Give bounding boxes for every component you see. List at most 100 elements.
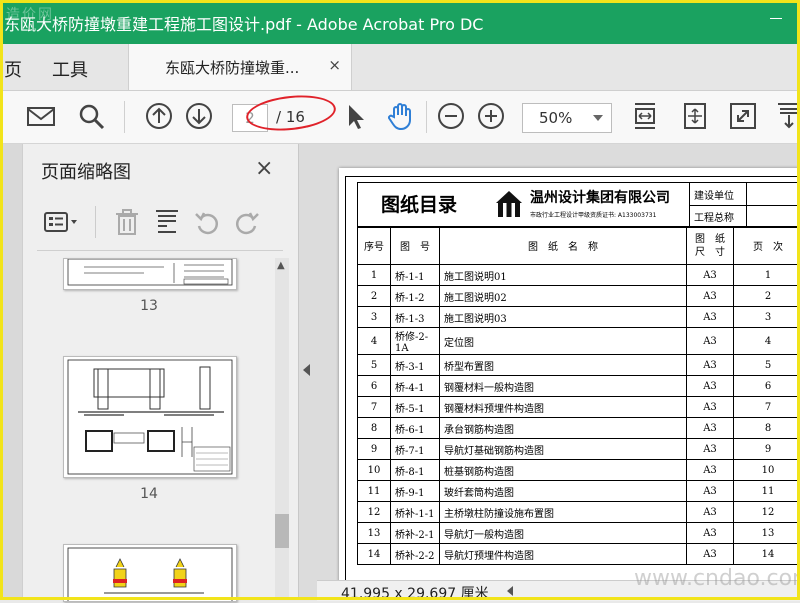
panel-toolbar [37,204,287,244]
table-row: 2桥-1-2施工图说明02A32 [358,286,800,307]
table-row: 9桥-7-1导航灯基础钢筋构造图A39 [358,439,800,460]
row-page: 6 [734,376,800,397]
row-no: 8 [358,418,391,439]
panel-divider [37,250,283,251]
rotate-left-icon[interactable] [193,208,221,236]
row-name: 玻纤套筒构造图 [440,481,687,502]
row-name: 导航灯基础钢筋构造图 [440,439,687,460]
table-row: 4桥修-2-1A定位图A34 [358,328,800,355]
row-size: A3 [687,307,734,328]
company-certificate: 市政行业工程设计甲级资质证书: A133003731 [530,210,656,219]
table-row: 6桥-4-1钢覆材料一般构造图A36 [358,376,800,397]
project-info-block: 建设单位 工程总称 [689,182,800,228]
row-page: 2 [734,286,800,307]
row-no: 11 [358,481,391,502]
row-no: 9 [358,439,391,460]
table-row: 8桥-6-1承台钢筋构造图A38 [358,418,800,439]
fit-page-icon[interactable] [680,101,710,131]
previous-page-icon[interactable] [144,101,174,131]
select-cursor-icon[interactable] [340,101,370,131]
minimize-button[interactable] [770,18,782,19]
menu-tools[interactable]: 工具 [52,56,88,82]
table-row: 3桥-1-3施工图说明03A33 [358,307,800,328]
next-page-icon[interactable] [184,101,214,131]
row-name: 施工图说明01 [440,265,687,286]
row-no: 4 [358,328,391,355]
row-size: A3 [687,265,734,286]
document-tab[interactable]: 东瓯大桥防撞墩重... × [128,44,352,90]
row-no: 14 [358,544,391,565]
row-page: 14 [734,544,800,565]
company-name: 温州设计集团有限公司 [530,187,670,207]
hand-tool-icon[interactable] [386,101,416,131]
row-size: A3 [687,502,734,523]
panel-scroll-thumb[interactable] [275,514,289,548]
panel-separator [95,206,96,238]
fit-width-icon[interactable] [630,101,660,131]
table-row: 1桥-1-1施工图说明01A31 [358,265,800,286]
row-code: 桥-9-1 [391,481,440,502]
row-name: 钢覆材料一般构造图 [440,376,687,397]
panel-scrollbar[interactable] [275,258,289,600]
title-bar: 东瓯大桥防撞墩重建工程施工图设计.pdf - Adobe Acrobat Pro… [0,0,800,44]
row-page: 9 [734,439,800,460]
row-size: A3 [687,418,734,439]
row-size: A3 [687,544,734,565]
table-body: 1桥-1-1施工图说明01A312桥-1-2施工图说明02A323桥-1-3施工… [358,265,800,565]
divider-line [746,183,747,227]
delete-icon[interactable] [113,208,141,236]
menu-home[interactable]: 页 [4,56,22,82]
extract-pages-icon[interactable] [153,208,181,236]
company-logo-icon [494,189,524,219]
row-size: A3 [687,355,734,376]
construction-unit-row: 建设单位 [690,183,800,206]
row-size: A3 [687,460,734,481]
row-code: 桥-6-1 [391,418,440,439]
row-code: 桥补-1-1 [391,502,440,523]
row-page: 7 [734,397,800,418]
thumbnail-options-icon[interactable] [43,208,81,236]
row-page: 12 [734,502,800,523]
thumbnail-page-14[interactable] [63,356,237,478]
zoom-select[interactable]: 50% [522,103,612,133]
row-no: 5 [358,355,391,376]
scroll-left-icon[interactable] [507,586,513,596]
document-view[interactable]: 图纸目录 温州设计集团有限公司 市政行业工程设计甲级资质证书: A1330037… [317,144,800,600]
row-name: 主桥墩柱防撞设施布置图 [440,502,687,523]
full-screen-icon[interactable] [728,101,758,131]
zoom-value: 50% [539,109,572,127]
table-row: 10桥-8-1桩基钢筋构造图A310 [358,460,800,481]
close-icon[interactable]: × [255,156,273,181]
row-page: 1 [734,265,800,286]
zoom-in-icon[interactable] [476,101,506,131]
toolbar: 2 / 16 50% [0,91,800,144]
row-code: 桥-1-1 [391,265,440,286]
table-row: 7桥-5-1钢覆材料预埋件构造图A37 [358,397,800,418]
construction-unit-label: 建设单位 [694,187,744,202]
collapse-left-icon [303,364,310,376]
row-no: 6 [358,376,391,397]
row-name: 导航灯预埋件构造图 [440,544,687,565]
email-icon[interactable] [26,101,56,131]
row-name: 桥型布置图 [440,355,687,376]
thumbnail-page-15[interactable] [63,544,237,602]
row-code: 桥-7-1 [391,439,440,460]
table-row: 13桥补-2-1导航灯一般构造图A313 [358,523,800,544]
table-row: 14桥补-2-2导航灯预埋件构造图A314 [358,544,800,565]
search-icon[interactable] [76,101,106,131]
header-size: 图 纸 尺 寸 [687,227,734,265]
row-page: 5 [734,355,800,376]
panel-collapse-handle[interactable] [298,144,318,600]
scroll-mode-icon[interactable] [774,101,800,131]
panel-content: 页面缩略图 × [22,144,299,600]
header-code: 图 号 [391,227,440,265]
zoom-out-icon[interactable] [436,101,466,131]
tab-close-icon[interactable]: × [328,56,341,74]
rotate-right-icon[interactable] [233,208,261,236]
scroll-up-icon[interactable]: ▲ [277,260,285,271]
row-code: 桥-3-1 [391,355,440,376]
header-page: 页 次 [734,227,800,265]
row-code: 桥-5-1 [391,397,440,418]
row-name: 施工图说明02 [440,286,687,307]
thumbnail-page-13[interactable] [63,258,237,290]
